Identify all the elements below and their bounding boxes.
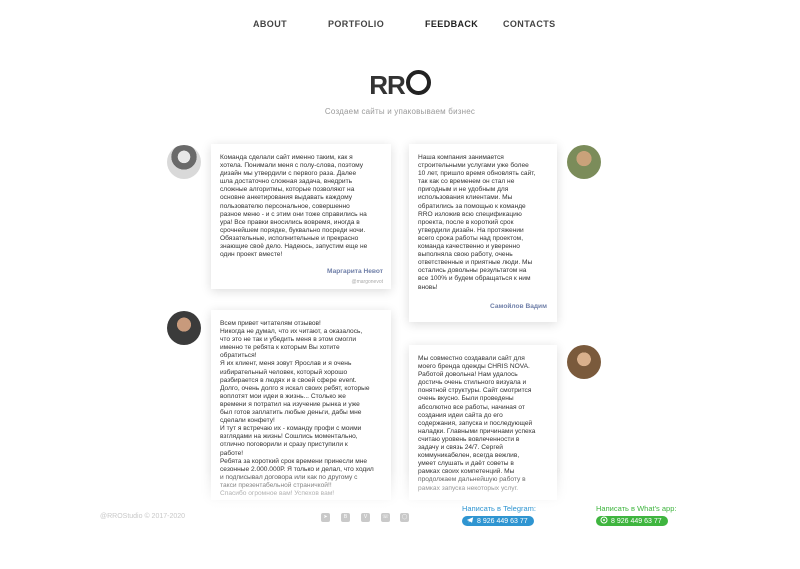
brand-subtitle: Создаем сайты и упаковываем бизнес — [324, 107, 476, 116]
telegram-phone: 8 926 449 63 77 — [477, 518, 528, 525]
review-handle: @margonevot — [351, 279, 383, 285]
telegram-icon[interactable]: ➤ — [321, 513, 330, 522]
nav-feedback[interactable]: FEEDBACK — [425, 19, 478, 29]
review-card: Команда сделали сайт именно таким, как я… — [211, 144, 391, 289]
whatsapp-icon — [600, 516, 608, 524]
whatsapp-icon[interactable]: ☏ — [381, 513, 390, 522]
telegram-label: Написать в Telegram: — [462, 504, 537, 513]
review-text: Команда сделали сайт именно таким, как я… — [220, 154, 368, 259]
review-text: Наша компания занимается строительными у… — [418, 154, 536, 291]
nav-about[interactable]: ABOUT — [253, 19, 287, 29]
reviewer-avatar — [167, 311, 201, 345]
telegram-icon — [466, 517, 474, 523]
reviewer-avatar — [167, 145, 201, 179]
telegram-button[interactable]: 8 926 449 63 77 — [462, 516, 534, 526]
logo-o-mark — [405, 70, 431, 95]
top-nav: ABOUT PORTFOLIO FEEDBACK CONTACTS — [0, 19, 800, 33]
whatsapp-label: Написать в What's app: — [596, 504, 677, 513]
behance-icon[interactable]: B — [341, 513, 350, 522]
logo-text: RR — [369, 70, 406, 100]
reviewer-avatar — [567, 345, 601, 379]
instagram-icon[interactable]: ◯ — [400, 513, 409, 522]
review-author: Маргарита Невот — [327, 268, 383, 275]
review-author: Самойлов Вадим — [490, 303, 547, 310]
nav-portfolio[interactable]: PORTFOLIO — [328, 19, 384, 29]
copyright: @RROStudio © 2017-2020 — [100, 513, 186, 520]
whatsapp-phone: 8 926 449 63 77 — [611, 518, 662, 525]
nav-contacts[interactable]: CONTACTS — [503, 19, 556, 29]
reviewer-avatar — [567, 145, 601, 179]
vk-icon[interactable]: V — [361, 513, 370, 522]
review-card: Наша компания занимается строительными у… — [409, 144, 557, 322]
brand-logo[interactable]: RR — [0, 70, 800, 101]
whatsapp-button[interactable]: 8 926 449 63 77 — [596, 516, 668, 526]
